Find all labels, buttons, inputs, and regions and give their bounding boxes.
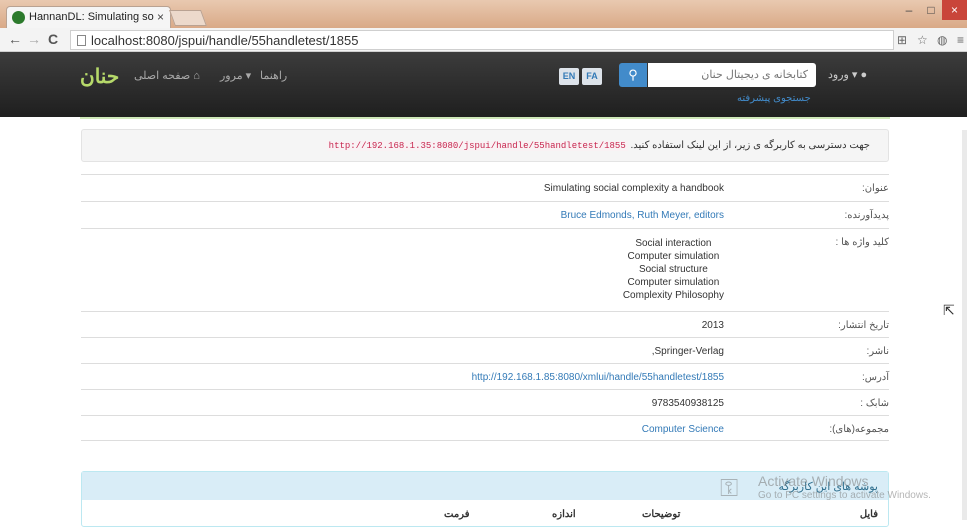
- mouse-cursor-icon: ⇱: [943, 302, 955, 318]
- keyword-item: Social interaction: [635, 238, 712, 249]
- lang-fa-button[interactable]: FA: [582, 68, 602, 85]
- publisher-label: ناشر:: [866, 346, 889, 357]
- advanced-search-link[interactable]: جستجوی پیشرفته: [737, 93, 811, 104]
- window-maximize-button[interactable]: □: [920, 0, 942, 20]
- nav-browse-dropdown[interactable]: مرور ▾: [220, 69, 251, 82]
- isbn-value: 9783540938125: [651, 398, 724, 409]
- keyword-item: Computer simulation: [627, 277, 720, 288]
- nav-help-link[interactable]: راهنما: [260, 69, 287, 82]
- date-value: 2013: [701, 320, 724, 331]
- files-table-header: فایل توضیحات اندازه فرمت: [82, 500, 888, 528]
- metadata-row-publisher: ناشر: ,Springer-Verlag: [81, 337, 889, 363]
- permalink-notice: جهت دسترسی به کاربرگه ی زیر، از این لینک…: [81, 129, 889, 162]
- notice-text: جهت دسترسی به کاربرگه ی زیر، از این لینک…: [630, 140, 870, 151]
- back-button[interactable]: ←: [8, 31, 22, 47]
- nav-home-link[interactable]: صفحه اصلی ⌂: [134, 69, 200, 82]
- search-button[interactable]: ⚲: [619, 63, 647, 87]
- window-close-button[interactable]: ×: [942, 0, 967, 20]
- page-scrollbar[interactable]: [962, 130, 967, 520]
- creators-link[interactable]: Bruce Edmonds, Ruth Meyer, editors: [561, 210, 724, 221]
- keywords-label: کلید واژه ها :: [835, 237, 889, 248]
- title-label: عنوان:: [861, 183, 889, 194]
- tab-title: HannanDL: Simulating so: [29, 11, 154, 23]
- window-minimize-button[interactable]: –: [898, 0, 920, 20]
- uri-link[interactable]: http://192.168.1.85:8080/xmlui/handle/55…: [472, 372, 724, 383]
- column-file: فایل: [859, 509, 878, 520]
- column-size: اندازه: [552, 509, 576, 520]
- title-value: Simulating social complexity a handbook: [543, 183, 724, 194]
- address-bar[interactable]: localhost:8080/jspui/handle/55handletest…: [70, 30, 894, 50]
- globe-icon[interactable]: ◍: [937, 33, 947, 47]
- watermark-title: Activate Windows: [758, 473, 869, 489]
- creators-label: پدیدآورنده:: [844, 210, 889, 221]
- translate-icon[interactable]: ⊞: [897, 33, 907, 47]
- metadata-row-title: عنوان: Simulating social complexity a ha…: [81, 174, 889, 201]
- column-description: توضیحات: [642, 509, 681, 520]
- keyword-item: Complexity Philosophy: [622, 290, 724, 301]
- search-icon: ⚲: [628, 67, 638, 82]
- login-label: ورود ▾: [828, 69, 858, 81]
- alert-divider: [80, 117, 890, 119]
- collections-label: مجموعه(های):: [829, 424, 889, 435]
- date-label: تاریخ انتشار:: [838, 320, 889, 331]
- keyword-item: Social structure: [638, 264, 708, 275]
- watermark-subtitle: Go to PC settings to activate Windows.: [758, 490, 931, 501]
- favicon-icon: [12, 11, 25, 24]
- metadata-row-uri: آدرس: http://192.168.1.85:8080/xmlui/han…: [81, 363, 889, 389]
- url-text: localhost:8080/jspui/handle/55handletest…: [91, 33, 359, 48]
- metadata-row-creators: پدیدآورنده: Bruce Edmonds, Ruth Meyer, e…: [81, 201, 889, 228]
- page-icon: [77, 35, 86, 46]
- key-icon: ⚿: [720, 475, 739, 502]
- home-label: صفحه اصلی: [134, 70, 191, 82]
- keywords-list: Social interaction Computer simulation S…: [623, 237, 724, 302]
- metadata-row-isbn: شابک : 9783540938125: [81, 389, 889, 415]
- tab-close-icon[interactable]: ×: [157, 10, 164, 24]
- uri-label: آدرس:: [861, 372, 889, 383]
- collection-link[interactable]: Computer Science: [642, 424, 724, 435]
- lang-en-button[interactable]: EN: [559, 68, 579, 85]
- column-format: فرمت: [444, 509, 470, 520]
- browser-toolbar: ← → C localhost:8080/jspui/handle/55hand…: [0, 28, 967, 52]
- metadata-row-keywords: کلید واژه ها : Social interaction Comput…: [81, 228, 889, 311]
- site-logo[interactable]: ﺣﻨﺎن: [80, 64, 119, 88]
- forward-button[interactable]: →: [27, 31, 41, 47]
- new-tab-button[interactable]: [169, 10, 207, 26]
- permalink-code[interactable]: http://192.168.1.35:8080/jspui/handle/55…: [326, 141, 628, 151]
- item-metadata-table: عنوان: Simulating social complexity a ha…: [81, 174, 889, 441]
- browser-tab[interactable]: HannanDL: Simulating so ×: [6, 6, 171, 28]
- user-icon: ●: [860, 69, 868, 81]
- keyword-item: Computer simulation: [627, 251, 720, 262]
- metadata-row-collections: مجموعه(های): Computer Science: [81, 415, 889, 441]
- browser-titlebar: HannanDL: Simulating so × – □ ×: [0, 0, 967, 28]
- star-icon[interactable]: ☆: [917, 33, 928, 47]
- isbn-label: شابک :: [860, 398, 889, 409]
- menu-icon[interactable]: ≡: [957, 33, 964, 47]
- publisher-value: ,Springer-Verlag: [651, 346, 724, 357]
- login-dropdown[interactable]: ورود ▾ ●: [828, 68, 867, 81]
- reload-button[interactable]: C: [48, 31, 58, 47]
- home-icon: ⌂: [193, 70, 200, 82]
- site-navbar: ﺣﻨﺎن صفحه اصلی ⌂ مرور ▾ راهنما EN FA ⚲ ج…: [0, 52, 967, 117]
- metadata-row-date: تاریخ انتشار: 2013: [81, 311, 889, 337]
- search-input[interactable]: [648, 63, 816, 87]
